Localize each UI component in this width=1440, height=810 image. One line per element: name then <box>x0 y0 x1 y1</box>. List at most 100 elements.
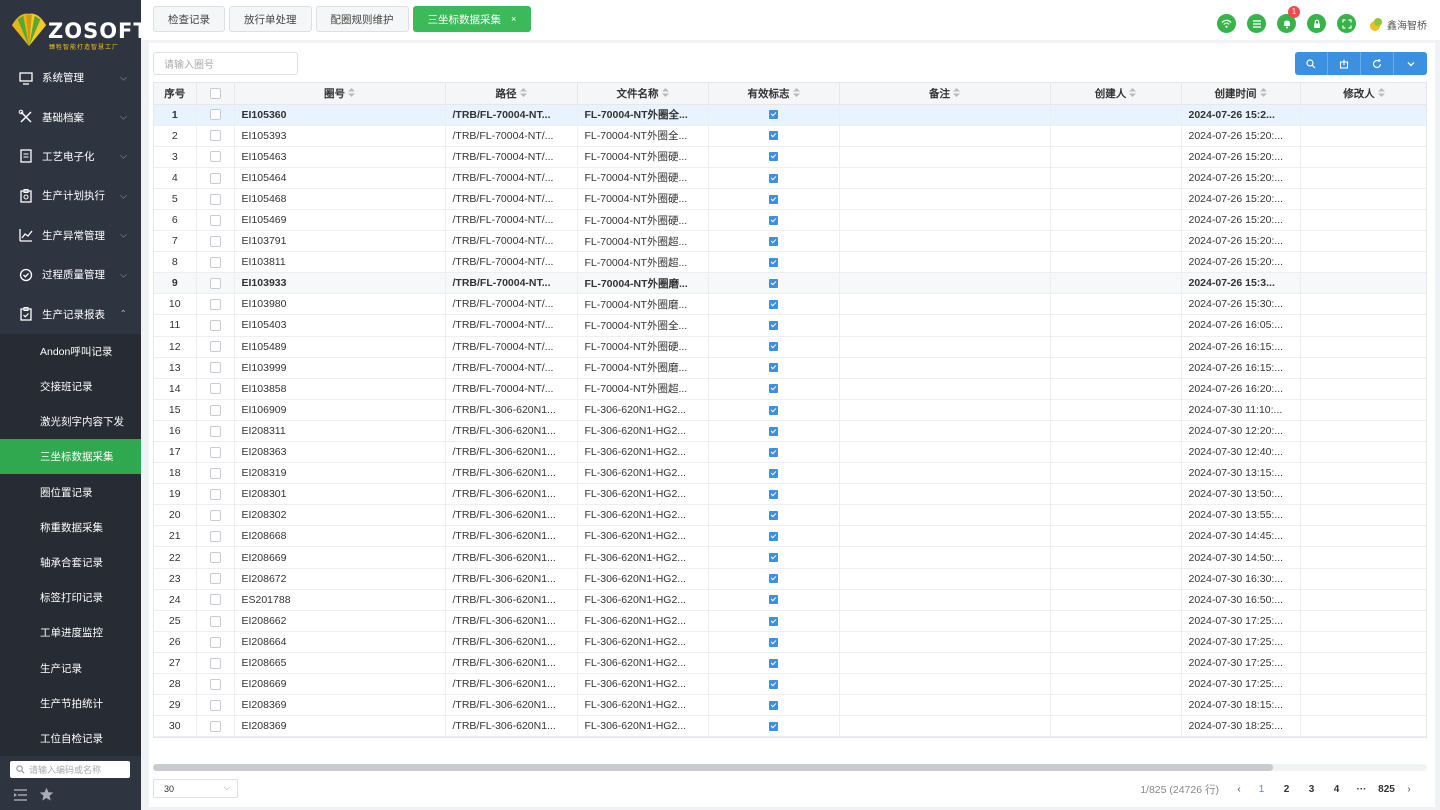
sidebar-item-6[interactable]: 生产记录报表 ⌃ <box>0 294 141 333</box>
row-checkbox[interactable] <box>209 573 221 585</box>
row-checkbox[interactable] <box>209 446 221 458</box>
row-checkbox[interactable] <box>209 256 221 268</box>
prev-page-button[interactable]: ‹ <box>1229 784 1249 795</box>
table-row[interactable]: 23 EI208672/TRB/FL-306-620N1... FL-306-620… <box>154 568 1426 590</box>
sidebar-subitem[interactable]: 激光刻字内容下发 <box>0 404 141 439</box>
column-header[interactable]: 路径 <box>445 83 578 105</box>
table-row[interactable]: 25 EI208662/TRB/FL-306-620N1... FL-306-620… <box>154 610 1426 632</box>
table-row[interactable]: 2 EI105393/TRB/FL-70004-NT/... FL-70004-NT… <box>154 125 1426 147</box>
row-checkbox[interactable] <box>209 214 221 226</box>
refresh-button[interactable] <box>1361 52 1394 75</box>
sidebar-subitem[interactable]: 轴承合套记录 <box>0 545 141 580</box>
favorites-star-icon[interactable] <box>39 787 54 802</box>
sidebar-search-input[interactable]: 请输入编码或名称 <box>10 761 130 778</box>
column-header[interactable]: 创建时间 <box>1181 83 1301 105</box>
horizontal-scrollbar-thumb[interactable] <box>153 764 1273 771</box>
row-checkbox[interactable] <box>209 636 221 648</box>
column-header[interactable]: 文件名称 <box>577 83 709 105</box>
table-row[interactable]: 22 EI208669/TRB/FL-306-620N1... FL-306-620… <box>154 546 1426 569</box>
sidebar-subitem[interactable]: Andon呼叫记录 <box>0 334 141 369</box>
lock-icon[interactable] <box>1307 14 1326 33</box>
sidebar-item-1[interactable]: 基础档案 ⌵ <box>0 97 141 136</box>
column-header[interactable]: 圈号 <box>234 83 446 105</box>
more-options-button[interactable] <box>1394 52 1427 75</box>
row-checkbox[interactable] <box>209 699 221 711</box>
row-checkbox[interactable] <box>209 130 221 142</box>
sort-icon[interactable] <box>792 87 800 99</box>
table-row[interactable]: 6 EI105469/TRB/FL-70004-NT/... FL-70004-NT… <box>154 209 1426 232</box>
table-row[interactable]: 16 EI208311/TRB/FL-306-620N1... FL-306-620… <box>154 420 1426 443</box>
row-checkbox[interactable] <box>209 678 221 690</box>
row-checkbox[interactable] <box>209 615 221 627</box>
sidebar-subitem[interactable]: 生产记录 <box>0 650 141 685</box>
sidebar-item-5[interactable]: 过程质量管理 ⌵ <box>0 255 141 294</box>
page-number[interactable]: 3 <box>1299 784 1324 795</box>
table-row[interactable]: 9 EI103933/TRB/FL-70004-NT... FL-70004-NT外… <box>154 272 1426 295</box>
column-header[interactable]: 修改人 <box>1300 83 1426 105</box>
notification-bell-icon[interactable]: 1 <box>1277 6 1300 33</box>
sidebar-subitem[interactable]: 称重数据采集 <box>0 510 141 545</box>
row-checkbox[interactable] <box>209 109 221 121</box>
table-row[interactable]: 26 EI208664/TRB/FL-306-620N1... FL-306-620… <box>154 631 1426 653</box>
table-row[interactable]: 10 EI103980/TRB/FL-70004-NT/... FL-70004-N… <box>154 293 1426 316</box>
table-row[interactable]: 29 EI208369/TRB/FL-306-620N1... FL-306-620… <box>154 694 1426 717</box>
select-all-checkbox[interactable] <box>209 87 221 99</box>
row-checkbox[interactable] <box>209 720 221 732</box>
tab-0[interactable]: 检查记录 <box>153 6 225 32</box>
table-row[interactable]: 12 EI105489/TRB/FL-70004-NT/... FL-70004-N… <box>154 336 1426 358</box>
table-row[interactable]: 27 EI208665/TRB/FL-306-620N1... FL-306-620… <box>154 652 1426 675</box>
table-row[interactable]: 30 EI208369/TRB/FL-306-620N1... FL-306-620… <box>154 715 1426 737</box>
table-row[interactable]: 14 EI103858/TRB/FL-70004-NT/... FL-70004-N… <box>154 378 1426 400</box>
table-row[interactable]: 28 EI208669/TRB/FL-306-620N1... FL-306-620… <box>154 673 1426 696</box>
page-size-select[interactable]: 30 ⌵ <box>153 779 238 798</box>
table-row[interactable]: 1 EI105360/TRB/FL-70004-NT... FL-70004-NT外… <box>154 104 1426 126</box>
table-row[interactable]: 4 EI105464/TRB/FL-70004-NT/... FL-70004-NT… <box>154 167 1426 189</box>
sort-icon[interactable] <box>1377 87 1385 99</box>
sidebar-subitem[interactable]: 三坐标数据采集 <box>0 439 141 475</box>
sidebar-subitem[interactable]: 圈位置记录 <box>0 474 141 509</box>
table-row[interactable]: 19 EI208301/TRB/FL-306-620N1... FL-306-620… <box>154 483 1426 506</box>
tab-2[interactable]: 配圈规则维护 <box>315 6 409 32</box>
row-checkbox[interactable] <box>209 151 221 163</box>
table-row[interactable]: 21 EI208668/TRB/FL-306-620N1... FL-306-620… <box>154 525 1426 548</box>
page-number[interactable]: 4 <box>1324 784 1349 795</box>
table-row[interactable]: 15 EI106909/TRB/FL-306-620N1... FL-306-620… <box>154 399 1426 421</box>
page-number[interactable]: ··· <box>1349 784 1374 795</box>
page-number[interactable]: 1 <box>1249 784 1274 795</box>
table-row[interactable]: 5 EI105468/TRB/FL-70004-NT/... FL-70004-NT… <box>154 188 1426 210</box>
sidebar-subitem[interactable]: 工位自检记录 <box>0 721 141 756</box>
row-checkbox[interactable] <box>209 531 221 543</box>
table-row[interactable]: 20 EI208302/TRB/FL-306-620N1... FL-306-620… <box>154 504 1426 527</box>
row-checkbox[interactable] <box>209 510 221 522</box>
column-header[interactable]: 创建人 <box>1050 83 1182 105</box>
column-header[interactable]: 备注 <box>839 83 1051 105</box>
table-row[interactable]: 24 ES201788/TRB/FL-306-620N1... FL-306-620… <box>154 589 1426 611</box>
sort-icon[interactable] <box>348 87 355 99</box>
tab-1[interactable]: 放行单处理 <box>229 6 312 32</box>
page-number[interactable]: 825 <box>1374 784 1399 795</box>
sidebar-subitem[interactable]: 交接班记录 <box>0 369 141 404</box>
row-checkbox[interactable] <box>209 425 221 437</box>
sidebar-item-0[interactable]: 系统管理 ⌵ <box>0 58 141 97</box>
sidebar-item-4[interactable]: 生产异常管理 ⌵ <box>0 216 141 255</box>
table-row[interactable]: 17 EI208363/TRB/FL-306-620N1... FL-306-620… <box>154 441 1426 464</box>
ring-number-search-input[interactable]: 请输入圈号 <box>153 52 298 75</box>
sidebar-item-3[interactable]: 生产计划执行 ⌵ <box>0 176 141 215</box>
wifi-icon[interactable] <box>1217 14 1236 33</box>
sort-icon[interactable] <box>1259 87 1267 99</box>
tab-3[interactable]: 三坐标数据采集 × <box>412 6 532 32</box>
next-page-button[interactable]: › <box>1399 784 1419 795</box>
table-row[interactable]: 8 EI103811/TRB/FL-70004-NT/... FL-70004-NT… <box>154 251 1426 274</box>
table-row[interactable]: 13 EI103999/TRB/FL-70004-NT/... FL-70004-N… <box>154 357 1426 379</box>
row-checkbox[interactable] <box>209 657 221 669</box>
table-row[interactable]: 7 EI103791/TRB/FL-70004-NT/... FL-70004-NT… <box>154 230 1426 253</box>
row-checkbox[interactable] <box>209 172 221 184</box>
close-icon[interactable]: × <box>511 14 516 24</box>
row-checkbox[interactable] <box>209 278 221 290</box>
row-checkbox[interactable] <box>209 467 221 479</box>
sidebar-subitem[interactable]: 生产节拍统计 <box>0 686 141 721</box>
user-brand[interactable]: 鑫海智桥 <box>1368 16 1427 32</box>
row-checkbox[interactable] <box>209 594 221 606</box>
search-button[interactable] <box>1295 52 1328 75</box>
table-row[interactable]: 3 EI105463/TRB/FL-70004-NT/... FL-70004-NT… <box>154 146 1426 168</box>
